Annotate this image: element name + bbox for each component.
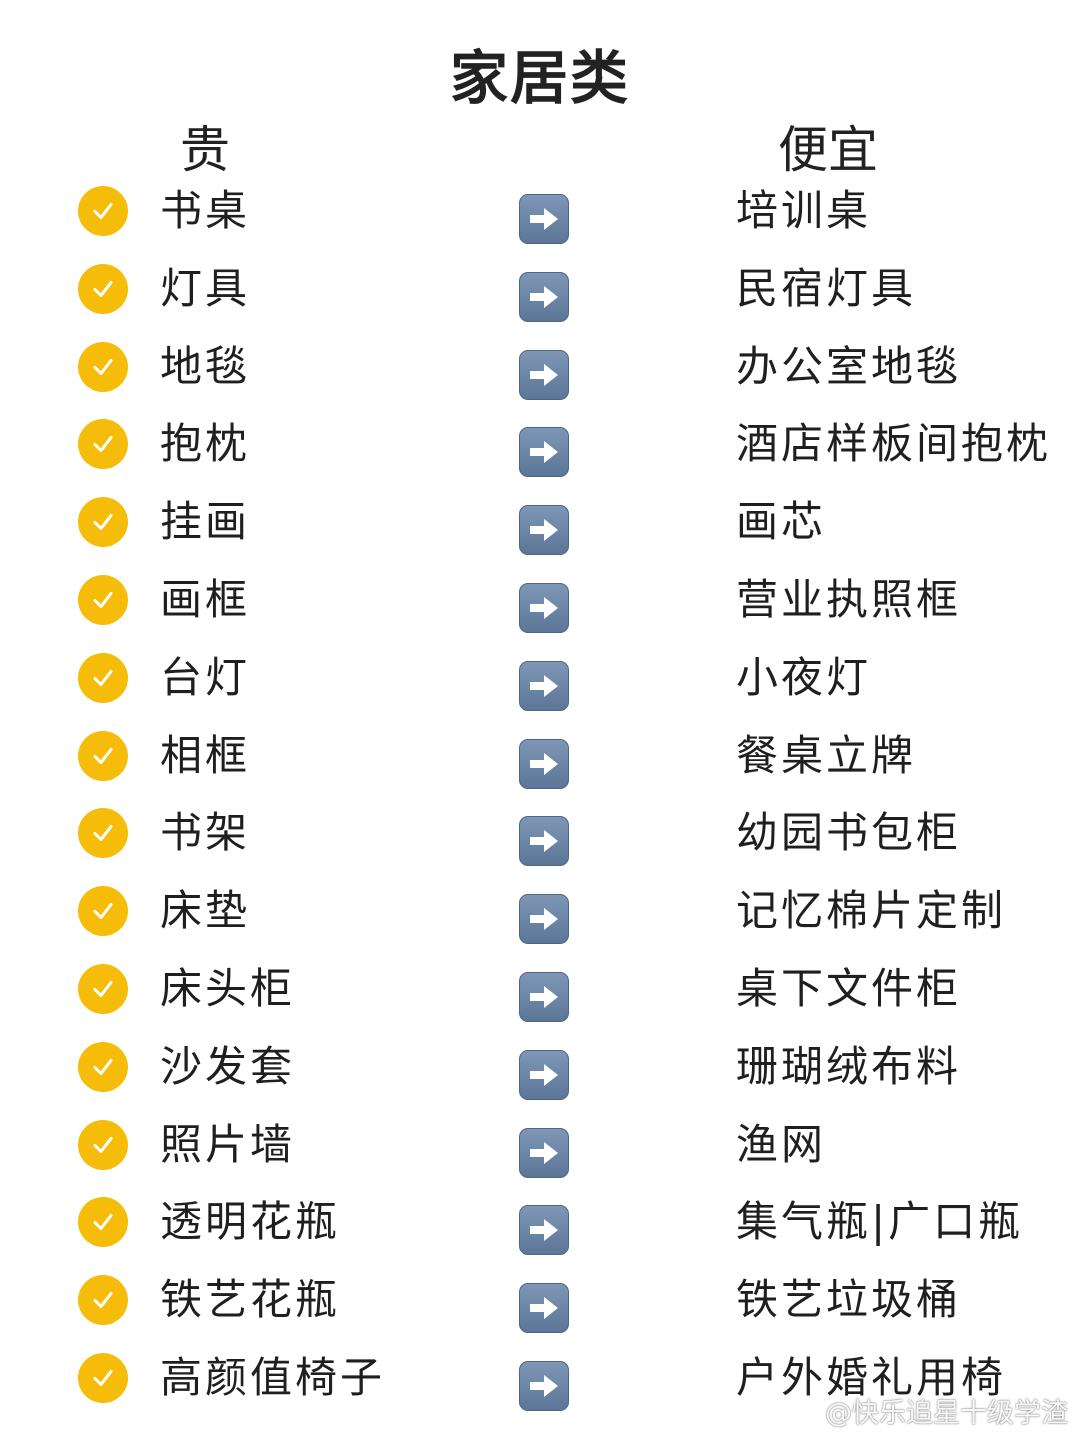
cheap-alternative: 酒店样板间抱枕 [736, 419, 1052, 469]
right-arrow-icon [519, 1360, 569, 1411]
expensive-item: 铁艺花瓶 [160, 1275, 341, 1325]
right-arrow-icon [519, 349, 569, 400]
check-circle-icon [78, 963, 128, 1014]
check-circle-icon [78, 1275, 128, 1326]
check-circle-icon [78, 497, 128, 548]
right-arrow-icon [519, 505, 569, 556]
check-circle-icon [78, 652, 128, 703]
list-item: 床垫 记忆棉片定制 [0, 872, 1080, 950]
check-circle-icon [78, 341, 128, 392]
expensive-item: 透明花瓶 [160, 1197, 341, 1247]
watermark: @快乐追星十级学渣 [789, 1391, 1068, 1430]
right-arrow-icon [519, 582, 569, 633]
cheap-alternative: 铁艺垃圾桶 [736, 1275, 962, 1325]
cheap-alternative: 办公室地毯 [736, 341, 962, 391]
cheap-alternative: 小夜灯 [736, 652, 872, 702]
cheap-alternative: 画芯 [736, 497, 827, 547]
list-item: 画框 营业执照框 [0, 561, 1080, 639]
right-arrow-icon [519, 894, 569, 945]
list-item: 照片墙 渔网 [0, 1106, 1080, 1184]
check-circle-icon [78, 886, 128, 937]
expensive-item: 抱枕 [160, 419, 251, 469]
cheap-alternative: 珊瑚绒布料 [736, 1041, 962, 1091]
right-arrow-icon [519, 660, 569, 711]
right-arrow-icon [519, 1049, 569, 1100]
expensive-item: 床垫 [160, 886, 251, 936]
expensive-item: 相框 [160, 730, 251, 780]
right-arrow-icon [519, 816, 569, 867]
check-circle-icon [78, 574, 128, 625]
weibo-logo-icon [789, 1400, 817, 1423]
expensive-item: 书架 [160, 808, 251, 858]
right-arrow-icon [519, 738, 569, 789]
cheap-alternative: 集气瓶|广口瓶 [736, 1197, 1024, 1247]
check-circle-icon [78, 1041, 128, 1092]
right-arrow-icon [519, 971, 569, 1022]
right-arrow-icon [519, 271, 569, 322]
list-item: 灯具 民宿灯具 [0, 250, 1080, 328]
cheap-alternative: 桌下文件柜 [736, 963, 962, 1013]
right-arrow-icon [519, 427, 569, 478]
right-arrow-icon [519, 194, 569, 244]
cheap-alternative: 民宿灯具 [736, 263, 917, 313]
right-arrow-icon [519, 1283, 569, 1334]
expensive-item: 沙发套 [160, 1041, 296, 1091]
expensive-item: 地毯 [160, 341, 251, 391]
list-item: 透明花瓶 集气瓶|广口瓶 [0, 1183, 1080, 1261]
expensive-item: 画框 [160, 574, 251, 624]
list-item: 书桌 培训桌 [0, 172, 1080, 250]
check-circle-icon [78, 1352, 128, 1403]
list-item: 台灯 小夜灯 [0, 639, 1080, 717]
expensive-item: 书桌 [160, 186, 251, 235]
check-circle-icon [78, 808, 128, 859]
expensive-item: 照片墙 [160, 1119, 296, 1169]
check-circle-icon [78, 1197, 128, 1248]
cheap-alternative: 营业执照框 [736, 574, 962, 624]
comparison-list: 书桌 培训桌灯具 民宿灯具地毯 办公室地毯抱枕 酒店样板间抱枕挂画 画芯画框 营业执照框台灯… [0, 172, 1080, 1417]
expensive-item: 高颜值椅子 [160, 1352, 386, 1402]
cheap-alternative: 记忆棉片定制 [736, 886, 1007, 936]
list-item: 抱枕 酒店样板间抱枕 [0, 405, 1080, 483]
cheap-alternative: 渔网 [736, 1119, 827, 1169]
cheap-alternative: 幼园书包柜 [736, 808, 962, 858]
cheap-alternative: 餐桌立牌 [736, 730, 917, 780]
cheap-alternative: 培训桌 [736, 186, 872, 235]
list-item: 相框 餐桌立牌 [0, 717, 1080, 795]
right-arrow-icon [519, 1205, 569, 1256]
check-circle-icon [78, 730, 128, 781]
expensive-item: 床头柜 [160, 963, 296, 1013]
expensive-item: 灯具 [160, 263, 251, 313]
expensive-item: 台灯 [160, 652, 251, 702]
list-item: 铁艺花瓶 铁艺垃圾桶 [0, 1261, 1080, 1339]
check-circle-icon [78, 1119, 128, 1170]
check-circle-icon [78, 419, 128, 470]
check-circle-icon [78, 186, 128, 236]
list-item: 书架 幼园书包柜 [0, 794, 1080, 872]
check-circle-icon [78, 263, 128, 314]
list-item: 挂画 画芯 [0, 483, 1080, 561]
page-title: 家居类 [449, 44, 630, 112]
list-item: 地毯 办公室地毯 [0, 328, 1080, 406]
list-item: 床头柜 桌下文件柜 [0, 950, 1080, 1028]
list-item: 沙发套 珊瑚绒布料 [0, 1028, 1080, 1106]
right-arrow-icon [519, 1127, 569, 1178]
expensive-item: 挂画 [160, 497, 251, 547]
watermark-text: @快乐追星十级学渣 [825, 1398, 1068, 1429]
